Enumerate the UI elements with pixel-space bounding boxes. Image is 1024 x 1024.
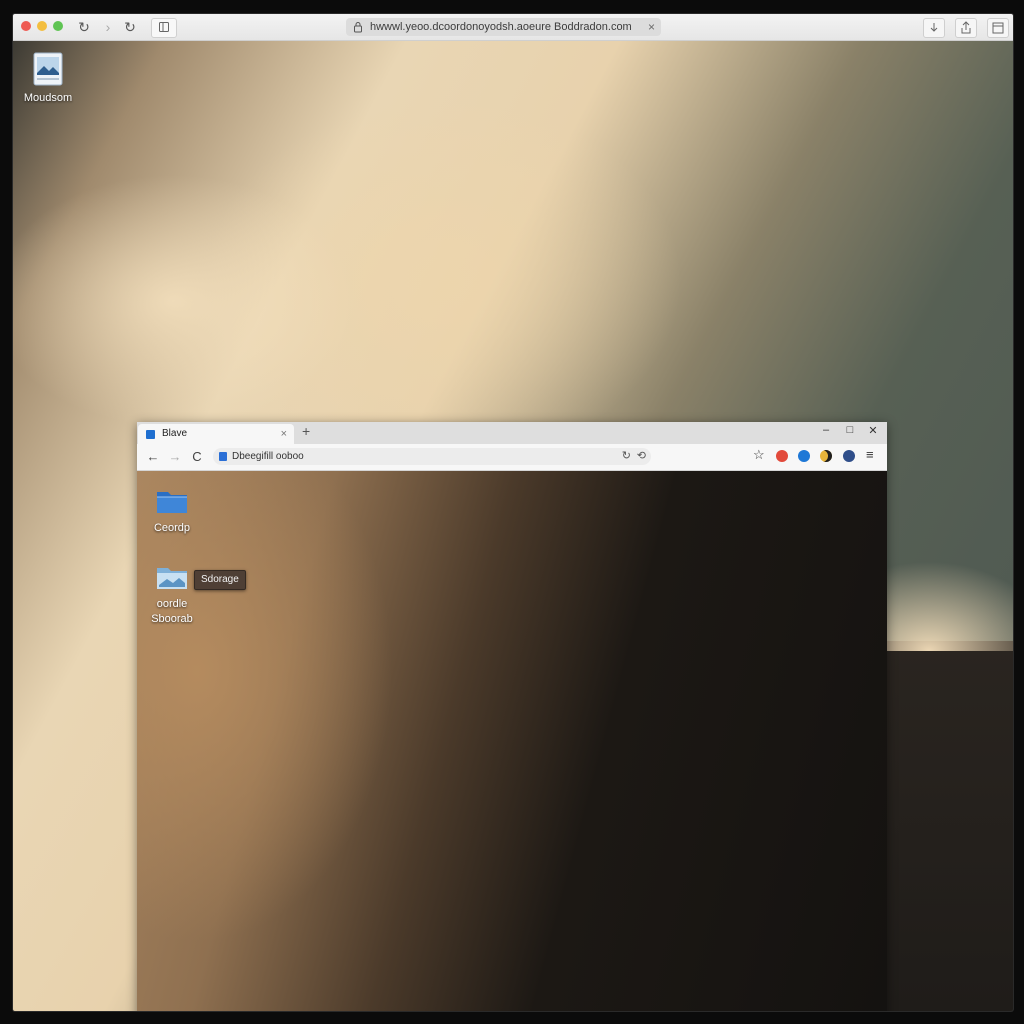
tab-close-icon[interactable]: × — [281, 424, 287, 444]
new-tab-button[interactable]: + — [302, 423, 310, 439]
sidebar-icon — [159, 22, 169, 32]
download-button[interactable] — [923, 18, 945, 38]
forward-icon[interactable]: › — [99, 18, 117, 36]
inner-address-bar[interactable]: Dbeegifill ooboo ↻ ⟲ — [213, 448, 651, 465]
refresh-icon[interactable]: ↻ — [622, 448, 631, 465]
inner-tab-strip: Blave × + – □ ✕ — [137, 422, 887, 444]
tabs-overview-button[interactable] — [987, 18, 1009, 38]
bookmark-star-icon[interactable]: ☆ — [753, 447, 765, 463]
share-button[interactable] — [955, 18, 977, 38]
extension-yellow-icon[interactable] — [820, 450, 832, 462]
forward-button[interactable]: → — [167, 448, 183, 466]
lock-icon — [354, 22, 362, 33]
inner-address-text: Dbeegifill ooboo — [232, 451, 304, 462]
profile-avatar-icon[interactable] — [843, 450, 855, 462]
menu-icon[interactable]: ≡ — [866, 447, 874, 462]
site-info-icon — [219, 452, 227, 461]
folder-item[interactable]: Ceordp — [137, 487, 207, 536]
desktop-file-icon[interactable]: Moudsom — [13, 51, 83, 105]
inner-desktop-area: Ceordp oordle Sboorab Sdorage — [137, 471, 887, 1011]
address-clear-icon[interactable]: × — [648, 18, 655, 36]
folder-label-line2: Sboorab — [151, 613, 193, 625]
folder-label: Ceordp — [153, 522, 191, 534]
folder-label-line1: oordle — [156, 598, 188, 610]
tooltip: Sdorage — [194, 570, 246, 590]
reload-icon[interactable]: ↻ — [75, 18, 93, 36]
outer-address-url: hwwwl.yeoo.dcoordonoyodsh.aoeure Boddrad… — [370, 21, 632, 33]
screenshot-frame: ↻ › ↻ hwwwl.yeoo.dcoordonoyodsh.aoeure B… — [13, 14, 1013, 1011]
wallpaper-shadow-region — [885, 641, 1013, 1011]
extension-red-icon[interactable] — [776, 450, 788, 462]
back-button[interactable]: ← — [145, 448, 161, 466]
reload-button[interactable]: ↻ — [121, 18, 139, 36]
extension-icon[interactable]: ⟲ — [637, 448, 646, 465]
reload-button[interactable]: C — [189, 448, 205, 466]
inner-tab[interactable]: Blave × — [138, 424, 294, 444]
minimize-button[interactable]: – — [819, 424, 833, 436]
outer-browser-toolbar: ↻ › ↻ hwwwl.yeoo.dcoordonoyodsh.aoeure B… — [13, 14, 1013, 41]
desktop-wallpaper: Moudsom Blave × + – □ ✕ ← → C Dbeegifill… — [13, 41, 1013, 1011]
download-icon — [930, 23, 938, 32]
share-icon — [961, 21, 971, 34]
inner-tab-title: Blave — [162, 428, 188, 439]
sidebar-toggle-button[interactable] — [151, 18, 177, 38]
image-file-icon — [33, 52, 63, 86]
minimize-window-button[interactable] — [37, 21, 47, 31]
tab-favicon-icon — [146, 430, 155, 439]
outer-address-bar[interactable]: hwwwl.yeoo.dcoordonoyodsh.aoeure Boddrad… — [346, 18, 661, 36]
zoom-window-button[interactable] — [53, 21, 63, 31]
inner-browser-window: Blave × + – □ ✕ ← → C Dbeegifill ooboo ↻… — [137, 422, 887, 1011]
tabs-icon — [992, 22, 1004, 34]
close-button[interactable]: ✕ — [866, 424, 880, 437]
desktop-file-label: Moudsom — [23, 92, 73, 104]
image-folder-icon — [157, 568, 187, 589]
inner-nav-bar: ← → C Dbeegifill ooboo ↻ ⟲ ☆ ≡ — [137, 444, 887, 471]
maximize-button[interactable]: □ — [843, 424, 857, 436]
extension-blue-icon[interactable] — [798, 450, 810, 462]
close-window-button[interactable] — [21, 21, 31, 31]
folder-icon — [157, 492, 187, 513]
